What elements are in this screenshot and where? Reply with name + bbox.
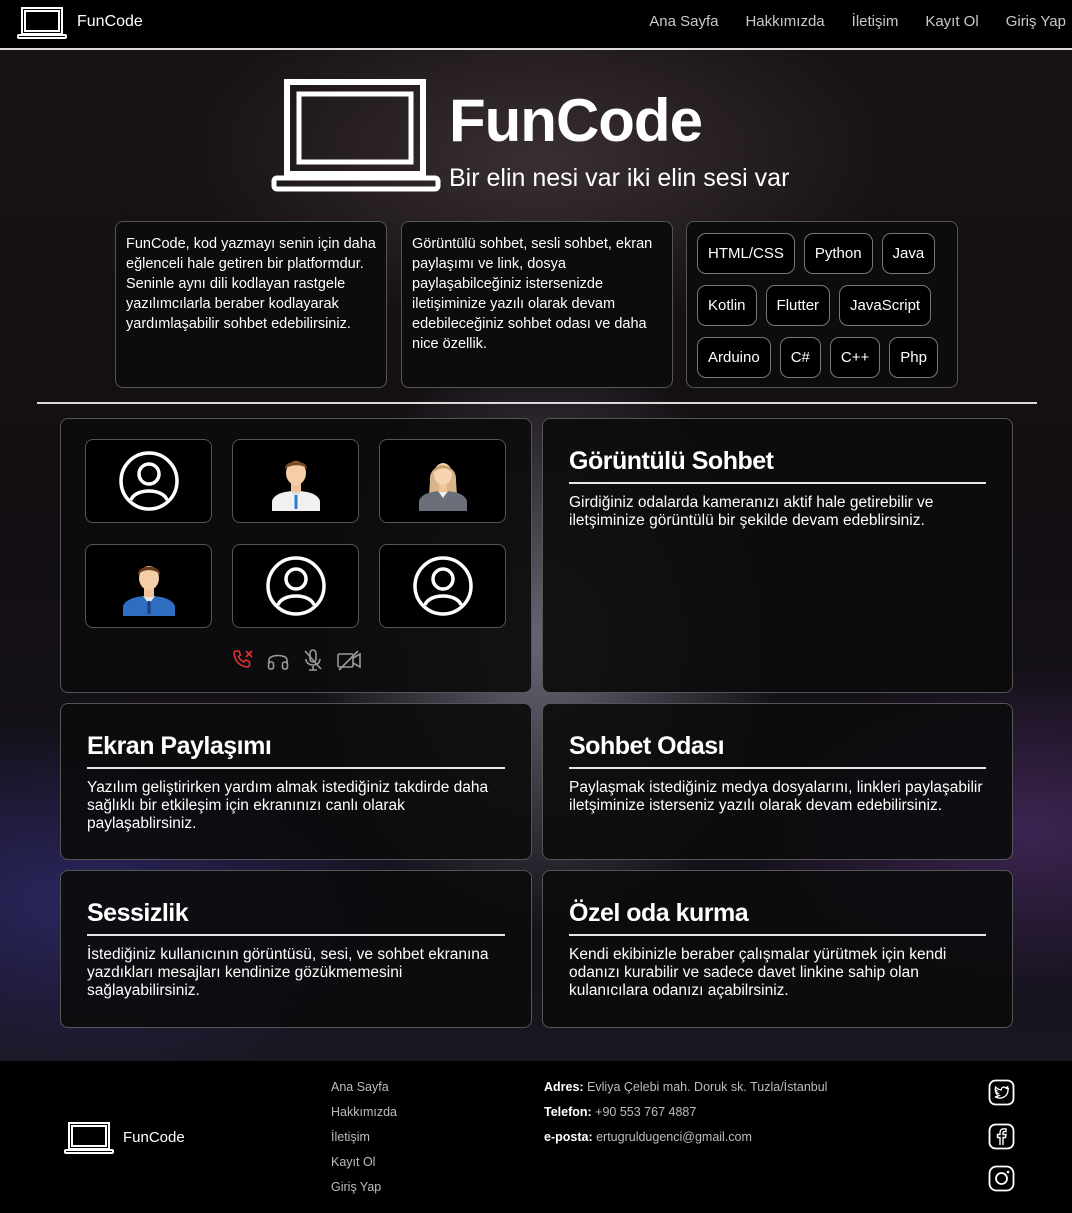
facebook-icon[interactable] bbox=[988, 1123, 1015, 1150]
nav-link-login[interactable]: Giriş Yap bbox=[1006, 13, 1066, 30]
feature-title: Özel oda kurma bbox=[569, 899, 986, 936]
footer-contact: Adres: Evliya Çelebi mah. Doruk sk. Tuzl… bbox=[544, 1079, 827, 1154]
feature-title: Sohbet Odası bbox=[569, 732, 986, 769]
camera-off-icon[interactable] bbox=[336, 648, 361, 672]
tag-java[interactable]: Java bbox=[881, 233, 936, 274]
feature-card-screen-share: Ekran Paylaşımı Yazılım geliştirirken ya… bbox=[60, 703, 532, 860]
feature-desc: Kendi ekibinizle beraber çalışmalar yürü… bbox=[569, 946, 947, 999]
feature-desc: Girdiğiniz odalarda kameranızı aktif hal… bbox=[569, 494, 934, 529]
user-outline-icon bbox=[118, 451, 179, 511]
feature-desc: İstediğiniz kullanıcının görüntüsü, sesi… bbox=[87, 946, 489, 999]
phone-value: +90 553 767 4887 bbox=[591, 1105, 697, 1119]
participant-tile[interactable] bbox=[379, 544, 506, 628]
participant-tile[interactable] bbox=[379, 439, 506, 523]
footer-link-contact[interactable]: İletişim bbox=[331, 1129, 397, 1154]
feature-card-silence: Sessizlik İstediğiniz kullanıcının görün… bbox=[60, 870, 532, 1028]
feature-desc: Paylaşmak istediğiniz medya dosyalarını,… bbox=[569, 779, 983, 814]
hangup-call-icon[interactable] bbox=[231, 648, 255, 672]
footer-link-home[interactable]: Ana Sayfa bbox=[331, 1079, 397, 1104]
footer-address: Adres: Evliya Çelebi mah. Doruk sk. Tuzl… bbox=[544, 1079, 827, 1104]
feature-title: Görüntülü Sohbet bbox=[569, 447, 986, 484]
footer-phone: Telefon: +90 553 767 4887 bbox=[544, 1104, 827, 1129]
nav-links: Ana Sayfa Hakkımızda İletişim Kayıt Ol G… bbox=[649, 13, 1066, 30]
user-outline-icon bbox=[265, 556, 326, 616]
email-value: ertugruldugenci@gmail.com bbox=[592, 1130, 752, 1144]
call-controls bbox=[231, 648, 361, 672]
tag-arduino[interactable]: Arduino bbox=[697, 337, 771, 378]
language-tags: HTML/CSS Python Java Kotlin Flutter Java… bbox=[697, 233, 947, 378]
info-card-about: FunCode, kod yazmayı senin için daha eğl… bbox=[115, 221, 387, 388]
navbar: FunCode Ana Sayfa Hakkımızda İletişim Ka… bbox=[0, 0, 1072, 50]
footer-brand[interactable]: FunCode bbox=[123, 1129, 185, 1146]
man-avatar-blue-icon bbox=[122, 566, 175, 616]
woman-avatar-icon bbox=[418, 463, 467, 511]
footer-link-login[interactable]: Giriş Yap bbox=[331, 1179, 397, 1204]
participant-tile[interactable] bbox=[232, 544, 359, 628]
feature-title: Sessizlik bbox=[87, 899, 505, 936]
feature-desc: Yazılım geliştirirken yardım almak isted… bbox=[87, 779, 489, 832]
feature-card-video-chat: Görüntülü Sohbet Girdiğiniz odalarda kam… bbox=[542, 418, 1013, 693]
tag-kotlin[interactable]: Kotlin bbox=[697, 285, 757, 326]
section-divider bbox=[37, 402, 1037, 404]
tag-htmlcss[interactable]: HTML/CSS bbox=[697, 233, 795, 274]
participant-tile[interactable] bbox=[232, 439, 359, 523]
hero-laptop-icon bbox=[271, 79, 441, 192]
feature-title: Ekran Paylaşımı bbox=[87, 732, 505, 769]
headphones-icon[interactable] bbox=[266, 648, 290, 672]
twitter-icon[interactable] bbox=[988, 1079, 1015, 1106]
nav-link-home[interactable]: Ana Sayfa bbox=[649, 13, 718, 30]
hero-subtitle: Bir elin nesi var iki elin sesi var bbox=[449, 164, 790, 192]
address-label: Adres: bbox=[544, 1080, 584, 1094]
tag-cpp[interactable]: C++ bbox=[829, 337, 881, 378]
footer-email: e-posta: ertugruldugenci@gmail.com bbox=[544, 1129, 827, 1154]
info-card-features: Görüntülü sohbet, sesli sohbet, ekran pa… bbox=[401, 221, 673, 388]
footer-link-about[interactable]: Hakkımızda bbox=[331, 1104, 397, 1129]
participant-tile[interactable] bbox=[85, 544, 212, 628]
email-label: e-posta: bbox=[544, 1130, 593, 1144]
user-outline-icon bbox=[412, 556, 473, 616]
nav-link-contact[interactable]: İletişim bbox=[852, 13, 899, 30]
tag-csharp[interactable]: C# bbox=[779, 337, 821, 378]
hero-title: FunCode bbox=[449, 87, 703, 154]
participant-tile[interactable] bbox=[85, 439, 212, 523]
feature-card-private-room: Özel oda kurma Kendi ekibinizle beraber … bbox=[542, 870, 1013, 1028]
nav-brand[interactable]: FunCode bbox=[77, 13, 143, 31]
instagram-icon[interactable] bbox=[988, 1165, 1015, 1192]
footer-links: Ana Sayfa Hakkımızda İletişim Kayıt Ol G… bbox=[331, 1079, 397, 1204]
footer-link-register[interactable]: Kayıt Ol bbox=[331, 1154, 397, 1179]
mic-off-icon[interactable] bbox=[301, 648, 325, 672]
phone-label: Telefon: bbox=[544, 1105, 592, 1119]
address-value: Evliya Çelebi mah. Doruk sk. Tuzla/İstan… bbox=[583, 1080, 828, 1094]
tag-flutter[interactable]: Flutter bbox=[765, 285, 831, 326]
info-card-languages: HTML/CSS Python Java Kotlin Flutter Java… bbox=[686, 221, 958, 388]
footer-laptop-logo-icon[interactable] bbox=[64, 1121, 114, 1155]
tag-javascript[interactable]: JavaScript bbox=[839, 285, 932, 326]
feature-card-chat-room: Sohbet Odası Paylaşmak istediğiniz medya… bbox=[542, 703, 1013, 860]
man-avatar-icon bbox=[271, 461, 320, 511]
nav-link-register[interactable]: Kayıt Ol bbox=[925, 13, 978, 30]
tag-php[interactable]: Php bbox=[889, 337, 938, 378]
laptop-logo-icon[interactable] bbox=[17, 6, 67, 40]
nav-link-about[interactable]: Hakkımızda bbox=[745, 13, 824, 30]
tag-python[interactable]: Python bbox=[803, 233, 873, 274]
